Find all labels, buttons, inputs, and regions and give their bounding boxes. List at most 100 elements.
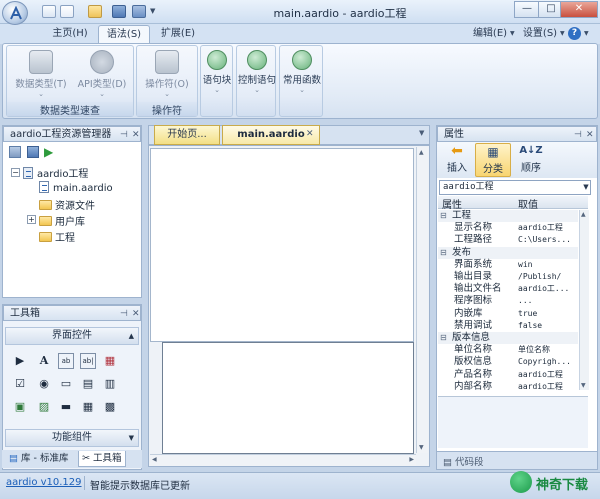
property-row[interactable]: 产品名称 aardio工程 xyxy=(438,369,578,381)
sort-button[interactable]: A↓Z 顺序 xyxy=(513,143,549,177)
property-value[interactable]: /Publish/ xyxy=(518,271,580,283)
collapse-category-icon[interactable]: ⊟ xyxy=(440,332,447,344)
tab-list-dropdown-icon[interactable]: ▼ xyxy=(419,129,424,137)
design-canvas[interactable] xyxy=(150,148,414,342)
settings-dropdown-icon[interactable]: ▼ xyxy=(560,30,565,37)
pin-icon[interactable]: ⊣ xyxy=(574,128,582,143)
project-save-icon[interactable] xyxy=(27,146,39,158)
save-icon[interactable] xyxy=(112,5,126,18)
horizontal-scrollbar[interactable]: ◀ ▶ xyxy=(150,454,416,466)
property-row[interactable]: 禁用调试 false xyxy=(438,320,578,332)
datatype-button[interactable]: 数据类型(T) ⌄ xyxy=(11,48,71,98)
run-icon[interactable]: ▶ xyxy=(44,145,53,159)
tab-start-page[interactable]: 开始页... xyxy=(154,125,220,145)
tree-item-project[interactable]: 工程 xyxy=(39,229,75,244)
groupbox-tool-icon[interactable]: ▭ xyxy=(58,376,74,392)
help-icon[interactable]: ? xyxy=(568,27,581,40)
edit-tool-icon[interactable]: ab xyxy=(58,353,74,369)
project-settings-icon[interactable] xyxy=(9,146,21,158)
scroll-down-icon[interactable]: ▼ xyxy=(419,444,424,451)
categorized-button[interactable]: ▦ 分类 xyxy=(475,143,511,177)
toolbox-section-ui[interactable]: 界面控件 ▲ xyxy=(5,327,139,345)
control-statement-button[interactable]: 控制语句 ⌄ xyxy=(238,48,276,98)
tab-extend[interactable]: 扩展(E) xyxy=(154,25,202,44)
radio-tool-icon[interactable]: ◉ xyxy=(36,376,52,392)
property-value[interactable]: ... xyxy=(518,295,580,307)
grid-tool-icon[interactable]: ▩ xyxy=(102,399,118,415)
property-value[interactable]: aardio工程 xyxy=(518,222,580,234)
listbox-tool-icon[interactable]: ▤ xyxy=(80,376,96,392)
quick-access-dropdown-icon[interactable]: ▼ xyxy=(150,7,155,15)
close-pane-icon[interactable]: ✕ xyxy=(586,128,594,143)
open-folder-icon[interactable] xyxy=(88,5,102,18)
operator-button[interactable]: 操作符(O) ⌄ xyxy=(139,48,195,98)
combobox-tool-icon[interactable]: ▥ xyxy=(102,376,118,392)
tab-home[interactable]: 主页(H) xyxy=(46,25,94,44)
collapse-category-icon[interactable]: ⊟ xyxy=(440,210,447,222)
property-row[interactable]: 版权信息 Copyrigh... xyxy=(438,356,578,368)
property-row[interactable]: 内部名称 aardio工程 xyxy=(438,381,578,393)
minimize-button[interactable]: — xyxy=(514,1,540,18)
properties-scrollbar[interactable]: ▲ ▼ xyxy=(579,210,589,390)
close-pane-icon[interactable]: ✕ xyxy=(132,307,140,322)
toolbox-section-func[interactable]: 功能组件 ▼ xyxy=(5,429,139,447)
property-row[interactable]: 内嵌库 true xyxy=(438,308,578,320)
menu-settings[interactable]: 设置(S) xyxy=(520,25,560,44)
property-row[interactable]: 程序图标... xyxy=(438,295,578,307)
property-row[interactable]: 输出文件名 aardio工... xyxy=(438,283,578,295)
tab-library[interactable]: ▤ 库 - 标准库 xyxy=(6,451,71,467)
image-tool-icon[interactable]: ▨ xyxy=(36,399,52,415)
form-preview[interactable] xyxy=(162,342,414,454)
scroll-right-icon[interactable]: ▶ xyxy=(409,456,414,463)
scroll-left-icon[interactable]: ◀ xyxy=(152,456,157,463)
property-value[interactable]: 单位名称 xyxy=(518,344,580,356)
property-row[interactable]: 界面系统 win xyxy=(438,259,578,271)
menu-edit[interactable]: 编辑(E) xyxy=(470,25,510,44)
property-value[interactable]: C:\Users... xyxy=(518,234,580,246)
window-icon[interactable] xyxy=(60,5,74,18)
property-value[interactable]: win xyxy=(518,259,580,271)
frame-tool-icon[interactable]: ▦ xyxy=(80,399,96,415)
flag-tool-icon[interactable]: ▦ xyxy=(102,353,118,369)
close-tab-icon[interactable]: ✕ xyxy=(306,129,314,139)
checkbox-tool-icon[interactable]: ☑ xyxy=(12,376,28,392)
code-snippet-tab[interactable]: ▤ 代码段 xyxy=(443,454,484,468)
richedit-tool-icon[interactable]: ab| xyxy=(80,353,96,369)
property-category[interactable]: ⊟ 工程 xyxy=(438,210,578,222)
expand-toggle-icon[interactable]: + xyxy=(27,215,36,224)
new-file-icon[interactable] xyxy=(42,5,56,18)
property-category[interactable]: ⊟ 版本信息 xyxy=(438,332,578,344)
help-dropdown-icon[interactable]: ▼ xyxy=(584,30,589,37)
property-value[interactable]: aardio工程 xyxy=(518,381,580,393)
insert-button[interactable]: ⬅ 插入 xyxy=(439,143,475,177)
edit-dropdown-icon[interactable]: ▼ xyxy=(510,30,515,37)
tree-item-userlib[interactable]: 用户库 xyxy=(39,213,85,228)
scroll-up-icon[interactable]: ▲ xyxy=(581,211,586,218)
close-pane-icon[interactable]: ✕ xyxy=(132,128,140,143)
save-all-icon[interactable] xyxy=(132,5,146,18)
property-value[interactable]: aardio工程 xyxy=(518,369,580,381)
pointer-tool-icon[interactable]: ▶ xyxy=(12,353,28,369)
api-type-button[interactable]: API类型(D) ⌄ xyxy=(73,48,131,98)
property-value[interactable]: false xyxy=(518,320,580,332)
collapse-toggle-icon[interactable]: − xyxy=(11,168,20,177)
tree-item-main[interactable]: main.aardio xyxy=(39,181,113,194)
version-link[interactable]: aardio v10.129 xyxy=(6,477,82,488)
scroll-up-icon[interactable]: ▲ xyxy=(419,149,424,156)
object-selector-dropdown-icon[interactable]: ▼ xyxy=(581,181,591,194)
tab-syntax[interactable]: 语法(S) xyxy=(98,25,150,44)
pin-icon[interactable]: ⊣ xyxy=(120,128,128,143)
progress-tool-icon[interactable]: ▬ xyxy=(58,399,74,415)
property-value[interactable]: true xyxy=(518,308,580,320)
property-value[interactable]: aardio工... xyxy=(518,283,580,295)
common-functions-button[interactable]: 常用函数 ⌄ xyxy=(281,48,323,98)
property-category[interactable]: ⊟ 发布 xyxy=(438,246,578,259)
statement-block-button[interactable]: 语句块 ⌄ xyxy=(202,48,232,98)
app-menu-button[interactable] xyxy=(2,1,28,25)
tree-item-resources[interactable]: 资源文件 xyxy=(39,197,95,212)
scroll-down-icon[interactable]: ▼ xyxy=(581,382,586,389)
object-selector[interactable]: aardio工程 xyxy=(439,180,591,195)
property-row[interactable]: 显示名称 aardio工程 xyxy=(438,222,578,234)
picture-tool-icon[interactable]: ▣ xyxy=(12,399,28,415)
tree-root[interactable]: aardio工程 xyxy=(23,165,88,180)
